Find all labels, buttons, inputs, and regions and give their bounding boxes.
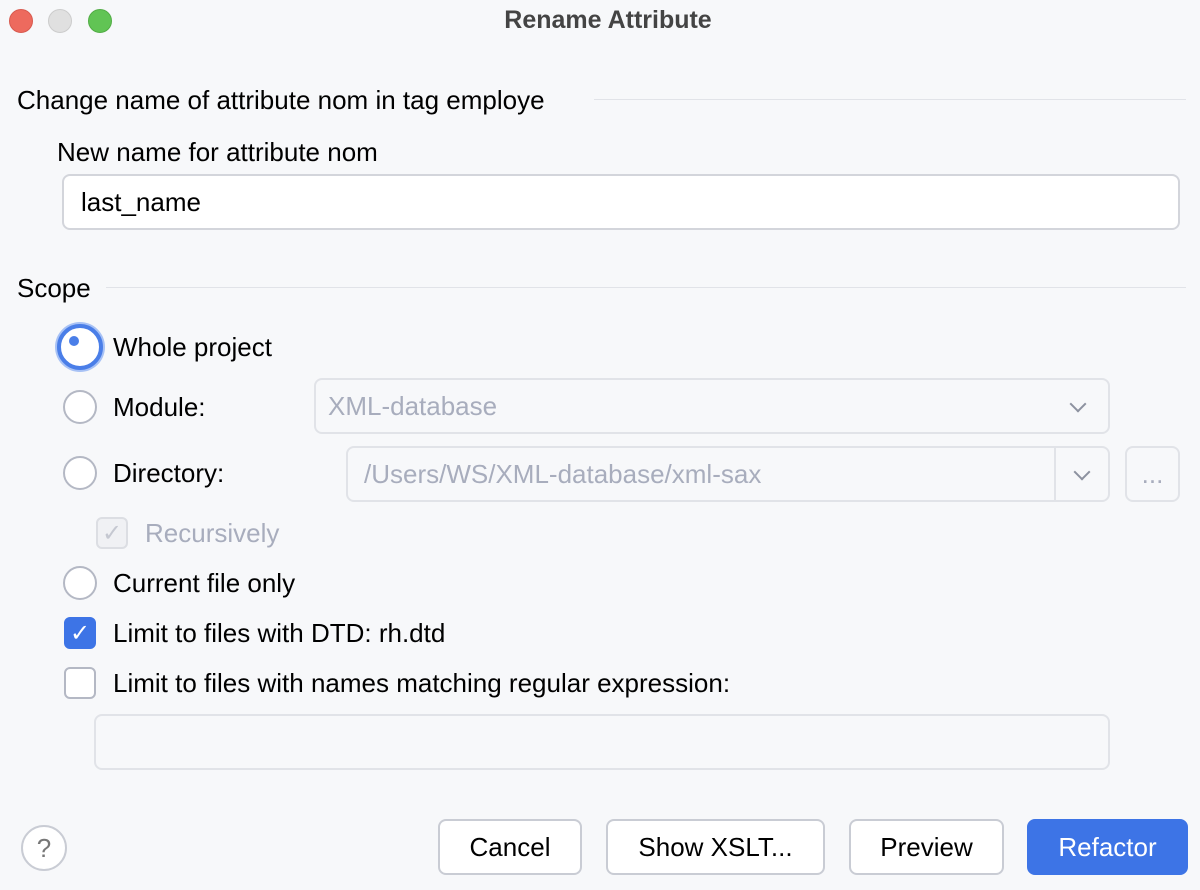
directory-select-value: /Users/WS/XML-database/xml-sax [364, 458, 762, 489]
check-icon: ✓ [101, 519, 123, 547]
module-radio[interactable] [63, 390, 97, 424]
module-label: Module: [113, 392, 206, 422]
current-file-label: Current file only [113, 568, 296, 598]
dropdown-divider [1054, 448, 1056, 500]
directory-radio[interactable] [63, 456, 97, 490]
cancel-label: Cancel [469, 831, 551, 862]
limit-dtd-checkbox[interactable]: ✓ [64, 617, 96, 649]
help-icon: ? [36, 832, 52, 863]
cancel-button[interactable]: Cancel [438, 819, 582, 875]
refactor-button[interactable]: Refactor [1027, 819, 1188, 875]
chevron-down-icon [1069, 395, 1087, 413]
scope-title: Scope [17, 273, 91, 303]
browse-button[interactable]: ... [1125, 446, 1180, 502]
module-select[interactable]: XML-database [314, 378, 1110, 434]
window-title: Rename Attribute [504, 6, 712, 34]
show-xslt-label: Show XSLT... [638, 831, 793, 862]
section-title: Change name of attribute nom in tag empl… [17, 85, 545, 115]
whole-project-label: Whole project [113, 332, 272, 362]
directory-select[interactable]: /Users/WS/XML-database/xml-sax [346, 446, 1110, 502]
current-file-radio[interactable] [63, 566, 97, 600]
scope-divider [106, 287, 1186, 288]
limit-dtd-label: Limit to files with DTD: rh.dtd [113, 618, 446, 648]
preview-button[interactable]: Preview [849, 819, 1004, 875]
chevron-down-icon [1073, 463, 1091, 481]
whole-project-radio[interactable] [57, 324, 103, 370]
regex-input[interactable] [94, 714, 1110, 770]
recursively-label: Recursively [145, 518, 280, 548]
module-select-value: XML-database [328, 390, 498, 421]
preview-label: Preview [880, 831, 973, 862]
directory-label: Directory: [113, 458, 225, 488]
section-divider [594, 99, 1186, 100]
limit-regex-checkbox[interactable] [64, 667, 96, 699]
help-button[interactable]: ? [21, 825, 67, 871]
new-name-label: New name for attribute nom [57, 137, 378, 167]
limit-regex-label: Limit to files with names matching regul… [113, 668, 731, 698]
browse-label: ... [1141, 458, 1164, 489]
new-name-input[interactable] [62, 174, 1180, 230]
recursively-checkbox[interactable]: ✓ [96, 517, 128, 549]
show-xslt-button[interactable]: Show XSLT... [606, 819, 825, 875]
check-icon: ✓ [69, 619, 91, 647]
refactor-label: Refactor [1058, 831, 1157, 862]
